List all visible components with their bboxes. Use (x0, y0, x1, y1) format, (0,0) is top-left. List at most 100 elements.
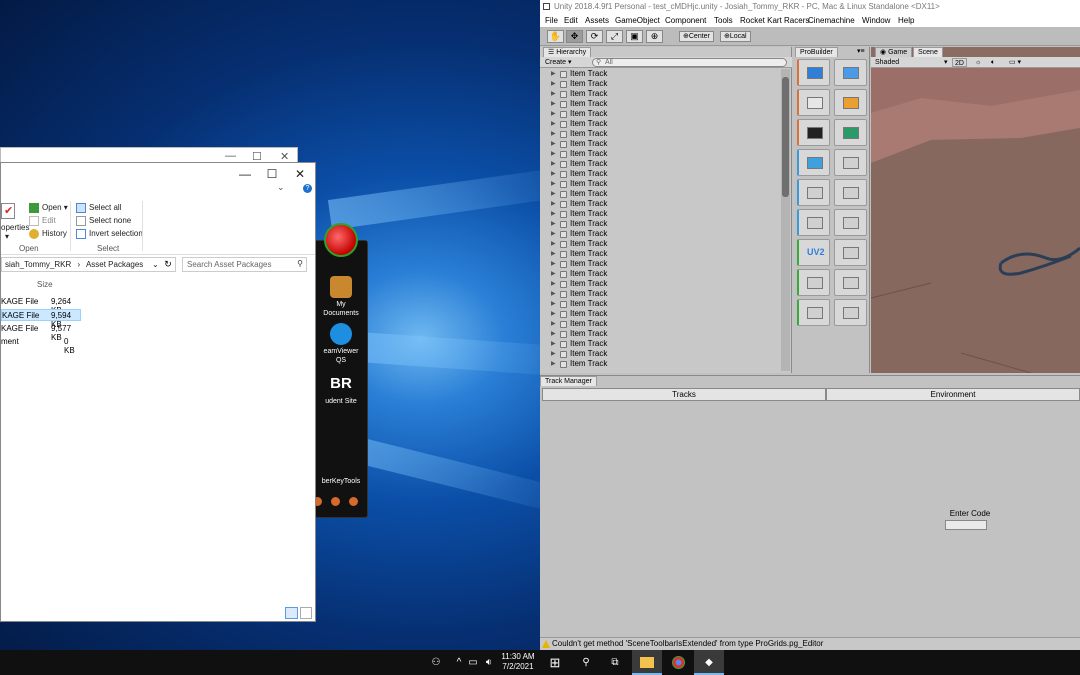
shading-dropdown-icon[interactable]: ▾ (944, 57, 948, 68)
transform-tool-icon[interactable]: ⊕ (646, 30, 663, 43)
flip-normals-icon[interactable] (797, 269, 830, 296)
taskbar-file-explorer[interactable] (632, 650, 662, 675)
hierarchy-item[interactable]: ▶ Item Track (540, 269, 780, 279)
shading-mode-dropdown[interactable]: Shaded (875, 57, 899, 68)
hierarchy-item[interactable]: ▶ Item Track (540, 209, 780, 219)
uv-editor-icon[interactable] (834, 89, 867, 116)
move-tool-icon[interactable]: ✥ (566, 30, 583, 43)
expand-arrow-icon[interactable]: ▶ (551, 329, 556, 339)
menu-assets[interactable]: Assets (585, 14, 609, 27)
expand-arrow-icon[interactable]: ▶ (551, 249, 556, 259)
people-icon[interactable]: ⚇ (428, 650, 444, 675)
expand-arrow-icon[interactable]: ▶ (551, 199, 556, 209)
hierarchy-scroll-thumb[interactable] (782, 77, 789, 197)
hierarchy-item[interactable]: ▶ Item Track (540, 259, 780, 269)
expand-arrow-icon[interactable]: ▶ (551, 139, 556, 149)
hierarchy-item[interactable]: ▶ Item Track (540, 179, 780, 189)
minimize-button[interactable]: — (230, 165, 260, 183)
merge-icon[interactable] (834, 239, 867, 266)
expand-arrow-icon[interactable]: ▶ (551, 279, 556, 289)
menu-tools[interactable]: Tools (714, 14, 733, 27)
selection-icon[interactable] (797, 149, 830, 176)
volume-icon[interactable]: 🔉︎ (482, 650, 496, 675)
hierarchy-item[interactable]: ▶ Item Track (540, 99, 780, 109)
expand-arrow-icon[interactable]: ▶ (551, 119, 556, 129)
tab-scene[interactable]: Scene (913, 47, 943, 57)
panel-menu-icon[interactable]: ▾≡ (857, 47, 865, 55)
expand-arrow-icon[interactable]: ▶ (551, 159, 556, 169)
menu-file[interactable]: File (545, 14, 558, 27)
clock[interactable]: 11:30 AM 7/2/2021 (498, 650, 538, 675)
tab-tracks[interactable]: Tracks (542, 388, 826, 401)
effects-toggle-icon[interactable]: ▭ ▾ (1009, 57, 1021, 68)
hierarchy-item[interactable]: ▶ Item Track (540, 109, 780, 119)
hierarchy-item[interactable]: ▶ Item Track (540, 329, 780, 339)
launcher-settings-icon[interactable] (331, 497, 340, 506)
expand-arrow-icon[interactable]: ▶ (551, 339, 556, 349)
hierarchy-item[interactable]: ▶ Item Track (540, 149, 780, 159)
address-bar[interactable]: siah_Tommy_RKR › Asset Packages ⌄ (1, 257, 176, 272)
column-header-size[interactable]: Size (37, 280, 53, 289)
select-all-button[interactable]: Select all (76, 203, 121, 213)
expand-arrow-icon[interactable]: ▶ (551, 299, 556, 309)
explorer-window[interactable]: — ☐ ✕ ⌄ ? ✔ operties ▾ Open ▾ Edit Histo… (0, 162, 316, 622)
expand-arrow-icon[interactable]: ▶ (551, 129, 556, 139)
expand-arrow-icon[interactable]: ▶ (551, 89, 556, 99)
properties-button[interactable]: operties (1, 223, 29, 232)
expand-arrow-icon[interactable]: ▶ (551, 319, 556, 329)
hierarchy-item[interactable]: ▶ Item Track (540, 349, 780, 359)
hierarchy-search-input[interactable]: ⚲ All (592, 58, 787, 67)
hierarchy-item[interactable]: ▶ Item Track (540, 299, 780, 309)
hierarchy-item[interactable]: ▶ Item Track (540, 69, 780, 79)
menu-rocket-kart-racers[interactable]: Rocket Kart Racers (740, 14, 809, 27)
search-input[interactable]: Search Asset Packages ⚲ (182, 257, 307, 272)
expand-arrow-icon[interactable]: ▶ (551, 109, 556, 119)
taskbar-unity[interactable]: ◆ (694, 650, 724, 675)
search-icon[interactable]: ⚲ (572, 650, 600, 675)
menu-cinemachine[interactable]: Cinemachine (808, 14, 855, 27)
connect-icon[interactable] (834, 269, 867, 296)
tab-hierarchy[interactable]: ☰ Hierarchy (543, 47, 592, 57)
menu-component[interactable]: Component (665, 14, 706, 27)
hierarchy-item[interactable]: ▶ Item Track (540, 89, 780, 99)
hierarchy-item[interactable]: ▶ Item Track (540, 319, 780, 329)
expand-arrow-icon[interactable]: ▶ (551, 269, 556, 279)
new-shape-icon[interactable] (797, 59, 830, 86)
extrude-icon[interactable] (797, 179, 830, 206)
ribbon-collapse-icon[interactable]: ⌄ (277, 182, 285, 193)
menu-gameobject[interactable]: GameObject (615, 14, 660, 27)
expand-arrow-icon[interactable]: ▶ (551, 169, 556, 179)
hierarchy-item[interactable]: ▶ Item Track (540, 359, 780, 369)
pivot-local-toggle[interactable]: ⊕Local (720, 31, 751, 42)
lighting-toggle-icon[interactable]: ☼ (975, 57, 981, 68)
hierarchy-scrollbar[interactable] (781, 69, 790, 371)
maximize-button[interactable]: ☐ (257, 165, 287, 183)
hierarchy-item[interactable]: ▶ Item Track (540, 79, 780, 89)
close-button[interactable]: ✕ (285, 165, 315, 183)
tab-probuilder[interactable]: ProBuilder (795, 47, 838, 57)
edit-button[interactable]: Edit (29, 216, 56, 226)
invert-selection-button[interactable]: Invert selection (76, 229, 143, 239)
expand-arrow-icon[interactable]: ▶ (551, 359, 556, 369)
properties-dropdown-icon[interactable]: ▾ (5, 232, 9, 241)
expand-arrow-icon[interactable]: ▶ (551, 79, 556, 89)
launcher-help-icon[interactable] (349, 497, 358, 506)
expand-arrow-icon[interactable]: ▶ (551, 239, 556, 249)
launcher-app-button[interactable] (313, 223, 369, 259)
expand-arrow-icon[interactable]: ▶ (551, 189, 556, 199)
menu-help[interactable]: Help (898, 14, 914, 27)
status-bar[interactable]: Couldn't get method 'SceneToolbarIsExten… (540, 637, 1080, 650)
hierarchy-item[interactable]: ▶ Item Track (540, 139, 780, 149)
breadcrumb-segment[interactable]: siah_Tommy_RKR (5, 260, 71, 269)
hierarchy-item[interactable]: ▶ Item Track (540, 129, 780, 139)
file-row[interactable]: ment 0 KB (1, 336, 81, 355)
taskbar-chrome[interactable] (663, 650, 693, 675)
hierarchy-item[interactable]: ▶ Item Track (540, 229, 780, 239)
show-hidden-icons-icon[interactable]: ^ (452, 650, 466, 675)
help-icon[interactable]: ? (303, 184, 312, 193)
network-icon[interactable]: ▭ (466, 650, 480, 675)
hierarchy-item[interactable]: ▶ Item Track (540, 339, 780, 349)
scale-tool-icon[interactable]: ⤢ (606, 30, 623, 43)
hierarchy-item[interactable]: ▶ Item Track (540, 199, 780, 209)
tab-environment[interactable]: Environment (826, 388, 1080, 401)
